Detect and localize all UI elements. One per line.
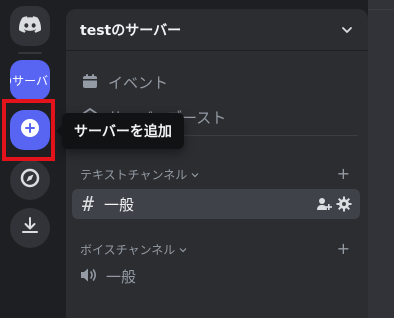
voice-channel-name: 一般	[106, 268, 137, 286]
rail-separator	[18, 52, 42, 54]
events-item[interactable]: イベント	[82, 72, 168, 93]
chevron-down-icon	[179, 243, 187, 257]
home-button[interactable]	[10, 6, 50, 46]
main-area-edge	[368, 0, 394, 318]
server-icon-test[interactable]: のサーバ	[10, 60, 50, 100]
category-voice-channels[interactable]: ボイスチャンネル	[80, 241, 187, 258]
channel-item-general[interactable]: # 一般	[72, 189, 360, 219]
category-text-channels[interactable]: テキストチャンネル	[80, 166, 199, 183]
voice-channel-general[interactable]: 一般	[80, 266, 136, 287]
main-area-divider	[368, 9, 394, 10]
server-icon-label: のサーバ	[10, 73, 48, 88]
channel-sidebar: testのサーバー イベント サーバーブースト テキストチャンネル	[66, 9, 368, 318]
server-header[interactable]: testのサーバー	[66, 9, 368, 51]
invite-icon[interactable]	[316, 196, 332, 216]
gear-icon[interactable]	[336, 196, 352, 216]
add-server-tooltip: サーバーを追加	[56, 113, 184, 149]
calendar-icon	[82, 73, 98, 93]
events-label: イベント	[108, 74, 169, 92]
tooltip-text: サーバーを追加	[74, 124, 172, 140]
discord-logo-icon	[19, 15, 42, 37]
category-voice-label: ボイスチャンネル	[80, 243, 176, 257]
download-apps-button[interactable]	[10, 208, 50, 248]
server-name: testのサーバー	[80, 22, 182, 39]
create-voice-channel-button[interactable]: +	[337, 239, 350, 258]
server-rail: のサーバ	[0, 0, 62, 318]
category-text-label: テキストチャンネル	[80, 168, 188, 182]
chevron-down-icon	[340, 22, 354, 41]
compass-icon	[20, 168, 40, 192]
explore-servers-button[interactable]	[10, 160, 50, 200]
speaker-icon	[80, 267, 98, 287]
create-text-channel-button[interactable]: +	[337, 164, 350, 183]
channel-name: 一般	[104, 195, 135, 214]
chevron-down-icon	[191, 168, 199, 182]
highlight-box	[2, 99, 55, 161]
download-icon	[21, 217, 39, 239]
hash-icon: #	[82, 192, 95, 216]
